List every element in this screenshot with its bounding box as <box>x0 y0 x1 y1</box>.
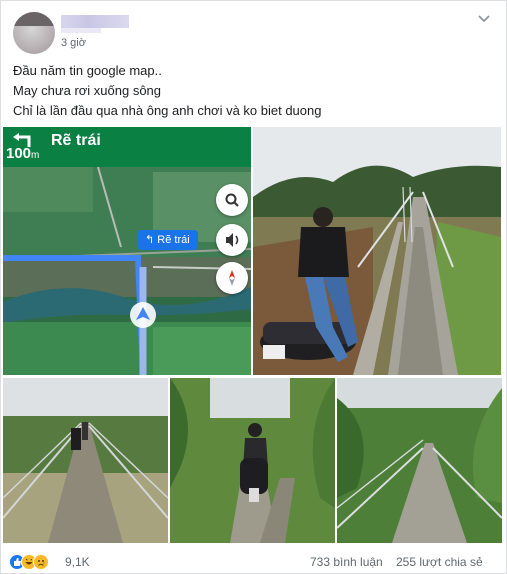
map-volume-button[interactable] <box>216 224 248 256</box>
photo-google-maps[interactable]: Rẽ trái 100m ↰ Rẽ trái <box>3 127 251 375</box>
map-direction-label: Rẽ trái <box>51 132 101 149</box>
turn-left-small-icon: ↰ <box>145 234 158 246</box>
map-turn-chip: ↰ Rẽ trái <box>137 230 198 250</box>
photo-scene <box>170 378 335 543</box>
map-distance-value: 100 <box>6 145 32 162</box>
map-search-button[interactable] <box>216 184 248 216</box>
share-count[interactable]: 255 lượt chia sẻ <box>396 555 483 569</box>
compass-icon <box>229 270 235 286</box>
sad-icon <box>33 554 49 570</box>
speaker-icon <box>226 233 239 247</box>
author-name-blurred-underline <box>61 28 101 33</box>
comment-count[interactable]: 733 bình luận <box>310 555 383 569</box>
map-compass-button[interactable] <box>216 262 248 294</box>
chevron-down-icon[interactable] <box>476 13 492 25</box>
photo-railing-path[interactable] <box>337 378 502 543</box>
post-text-line: Chỉ là lần đầu qua nhà ông anh chơi và k… <box>13 103 322 118</box>
post-timestamp[interactable]: 3 giờ <box>61 37 86 49</box>
photo-motorbike-canal-bridge[interactable] <box>253 127 501 375</box>
post-text-line: May chưa rơi xuống sông <box>13 83 162 98</box>
photo-banana-path[interactable] <box>170 378 335 543</box>
photo-scene <box>253 127 501 375</box>
photo-narrow-bridge[interactable] <box>3 378 168 543</box>
photo-scene <box>3 378 168 543</box>
post-text-line: Đầu năm tin google map.. <box>13 63 162 78</box>
author-name-blurred[interactable] <box>61 15 129 28</box>
facebook-post: 3 giờ Đầu năm tin google map.. May chưa … <box>0 0 507 574</box>
map-distance: 100m <box>6 145 39 162</box>
map-direction-header: Rẽ trái 100m <box>3 127 251 167</box>
reaction-count[interactable]: 9,1K <box>65 555 90 569</box>
map-chip-label: Rẽ trái <box>157 234 190 246</box>
post-text: Đầu năm tin google map.. May chưa rơi xu… <box>13 61 493 121</box>
photo-scene <box>337 378 502 543</box>
map-distance-unit: m <box>31 150 40 161</box>
post-footer: 9,1K 733 bình luận 255 lượt chia sẻ <box>1 549 507 574</box>
avatar[interactable] <box>13 12 55 54</box>
search-icon <box>225 193 239 207</box>
